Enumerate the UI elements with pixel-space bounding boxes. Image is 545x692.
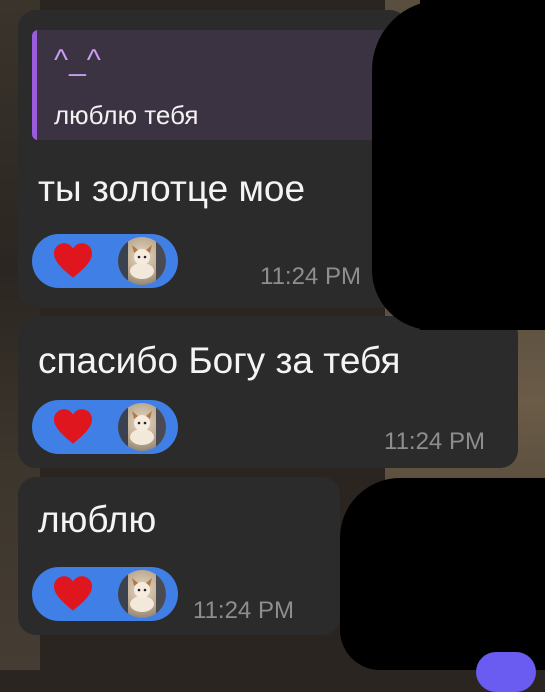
reply-author: ^_^ (54, 44, 102, 77)
reply-accent-bar (32, 30, 37, 140)
reply-text: люблю тебя (54, 100, 199, 130)
reply-quote[interactable]: ^_^ люблю тебя (32, 30, 387, 140)
message-bubble[interactable]: люблю 11:24 PM (18, 477, 340, 635)
redaction-scribble (340, 478, 545, 670)
avatar-image (118, 237, 166, 285)
avatar[interactable] (118, 403, 166, 451)
avatar-image (118, 570, 166, 618)
scroll-down-button[interactable] (476, 652, 536, 692)
message-time: 11:24 PM (193, 597, 294, 624)
reaction-pill[interactable] (32, 567, 178, 621)
avatar[interactable] (118, 570, 166, 618)
avatar-image (118, 403, 166, 451)
heart-icon (54, 409, 92, 444)
reaction-pill[interactable] (32, 400, 178, 454)
message-text: спасибо Богу за тебя (38, 340, 401, 381)
heart-icon (54, 576, 92, 611)
message-time: 11:24 PM (384, 428, 485, 455)
reaction-pill[interactable] (32, 234, 178, 288)
message-bubble[interactable]: ^_^ люблю тебя ты золотце мое 11:24 PM (18, 10, 408, 308)
message-text: ты золотце мое (38, 168, 306, 209)
heart-icon (54, 243, 92, 278)
message-time: 11:24 PM (260, 263, 361, 290)
message-bubble[interactable]: спасибо Богу за тебя 11:24 PM (18, 316, 518, 468)
redaction-scribble (384, 258, 444, 318)
message-text: люблю (38, 499, 157, 540)
avatar[interactable] (118, 237, 166, 285)
